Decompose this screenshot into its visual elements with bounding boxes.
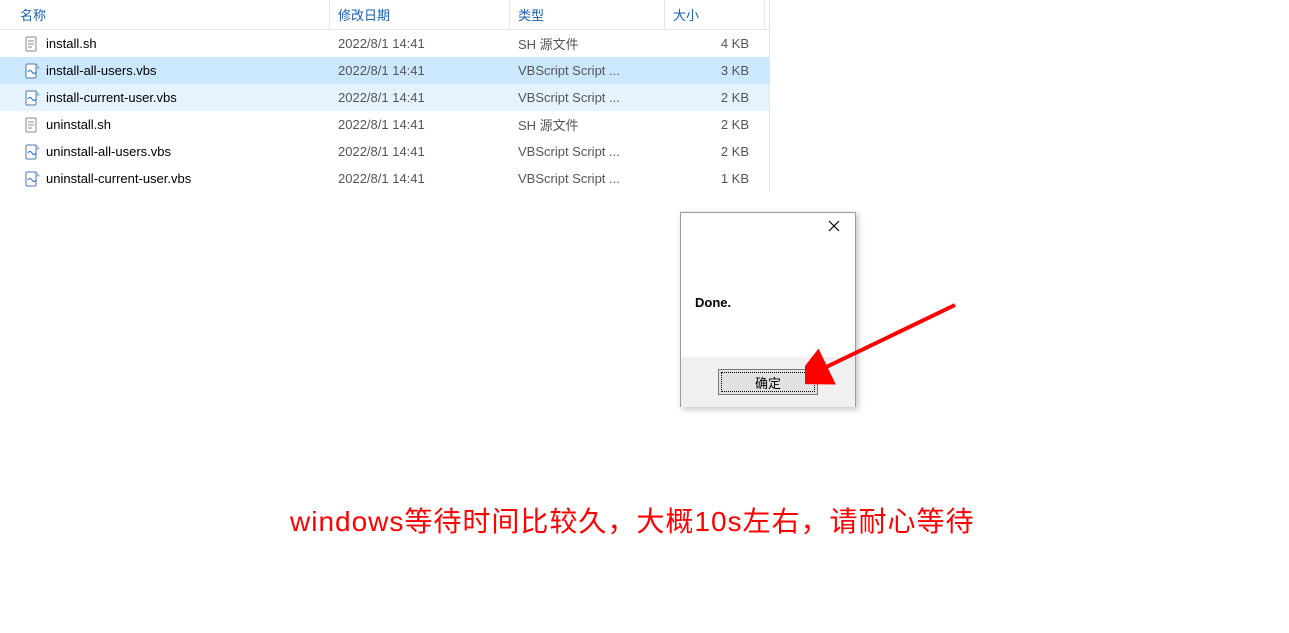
- dialog-body: Done.: [681, 247, 855, 357]
- dialog-ok-label: 确定: [755, 373, 781, 392]
- file-icon: [24, 117, 40, 133]
- dialog-titlebar: [681, 213, 855, 247]
- close-icon: [828, 220, 840, 235]
- dialog-close-button[interactable]: [813, 213, 855, 241]
- file-name: uninstall-all-users.vbs: [46, 144, 171, 159]
- file-list: install.sh2022/8/1 14:41SH 源文件4 KBinstal…: [0, 30, 769, 192]
- dialog-ok-button[interactable]: 确定: [718, 369, 818, 395]
- file-type: SH 源文件: [510, 115, 665, 134]
- file-date: 2022/8/1 14:41: [330, 144, 510, 159]
- file-name: uninstall.sh: [46, 117, 111, 132]
- column-header-size[interactable]: 大小: [665, 0, 765, 29]
- file-size: 3 KB: [665, 63, 765, 78]
- file-size: 1 KB: [665, 171, 765, 186]
- file-size: 2 KB: [665, 117, 765, 132]
- file-size: 4 KB: [665, 36, 765, 51]
- file-name: install.sh: [46, 36, 97, 51]
- file-type: VBScript Script ...: [510, 90, 665, 105]
- file-type: VBScript Script ...: [510, 171, 665, 186]
- file-row[interactable]: uninstall-current-user.vbs 2022/8/1 14:41…: [0, 165, 769, 192]
- dialog-message: Done.: [695, 295, 731, 310]
- file-name: install-current-user.vbs: [46, 90, 177, 105]
- file-explorer: 名称 修改日期 类型 大小 install.sh2022/8/1 14:41SH…: [0, 0, 770, 192]
- message-dialog: Done. 确定: [680, 212, 856, 407]
- file-icon: [24, 63, 40, 79]
- file-name: install-all-users.vbs: [46, 63, 157, 78]
- file-row[interactable]: install-current-user.vbs 2022/8/1 14:41VB…: [0, 84, 769, 111]
- file-row[interactable]: install-all-users.vbs 2022/8/1 14:41VBScr…: [0, 57, 769, 84]
- column-header-date[interactable]: 修改日期: [330, 0, 510, 29]
- column-header-row: 名称 修改日期 类型 大小: [0, 0, 769, 30]
- column-header-name[interactable]: 名称: [0, 0, 330, 29]
- file-date: 2022/8/1 14:41: [330, 171, 510, 186]
- file-row[interactable]: uninstall-all-users.vbs 2022/8/1 14:41VBS…: [0, 138, 769, 165]
- file-type: SH 源文件: [510, 34, 665, 53]
- file-date: 2022/8/1 14:41: [330, 90, 510, 105]
- file-icon: [24, 90, 40, 106]
- file-type: VBScript Script ...: [510, 63, 665, 78]
- file-date: 2022/8/1 14:41: [330, 36, 510, 51]
- file-row[interactable]: install.sh 2022/8/1 14:41SH 源文件4 KB: [0, 30, 769, 57]
- column-header-type[interactable]: 类型: [510, 0, 665, 29]
- file-size: 2 KB: [665, 90, 765, 105]
- file-type: VBScript Script ...: [510, 144, 665, 159]
- annotation-caption: windows等待时间比较久，大概10s左右，请耐心等待: [290, 500, 975, 540]
- file-row[interactable]: uninstall.sh 2022/8/1 14:41SH 源文件2 KB: [0, 111, 769, 138]
- file-date: 2022/8/1 14:41: [330, 63, 510, 78]
- file-date: 2022/8/1 14:41: [330, 117, 510, 132]
- file-icon: [24, 36, 40, 52]
- file-icon: [24, 144, 40, 160]
- file-icon: [24, 171, 40, 187]
- file-size: 2 KB: [665, 144, 765, 159]
- file-name: uninstall-current-user.vbs: [46, 171, 191, 186]
- dialog-footer: 确定: [681, 357, 855, 407]
